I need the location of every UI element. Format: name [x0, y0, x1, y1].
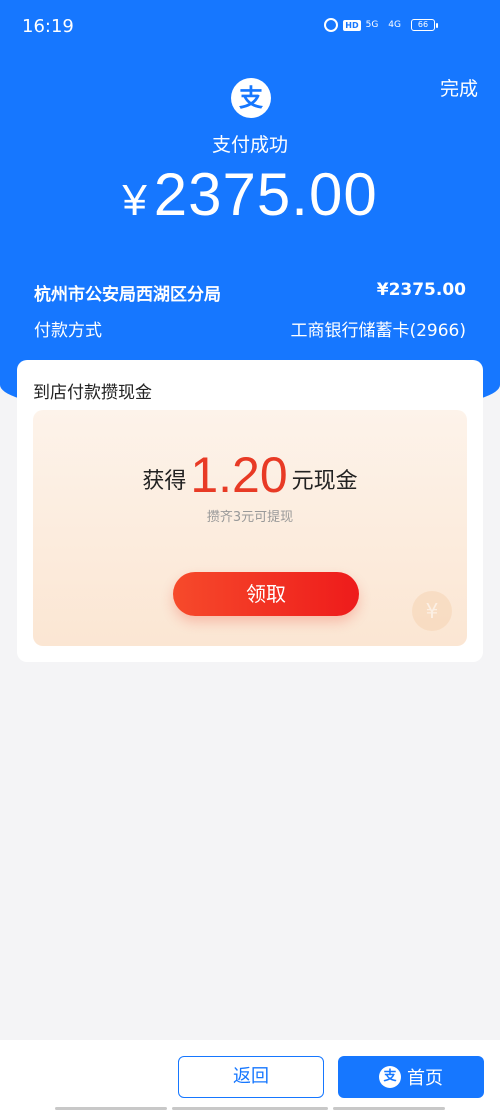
reward-prefix: 获得	[142, 469, 187, 494]
back-button[interactable]: 返回	[178, 1056, 324, 1098]
hd-icon: HD	[343, 19, 361, 31]
payment-method-value: 工商银行储蓄卡(2966)	[290, 321, 466, 341]
alipay-small-icon: 支	[379, 1066, 401, 1088]
reward-suffix: 元现金	[291, 469, 358, 494]
done-button[interactable]: 完成	[440, 74, 478, 101]
network-4g-label: 4G	[388, 20, 401, 30]
status-bar: 16:19 HD 5G 4G 66	[0, 0, 500, 56]
payment-method-row: 付款方式 工商银行储蓄卡(2966)	[34, 316, 466, 341]
home-button[interactable]: 支 首页	[338, 1056, 484, 1098]
payment-header: 16:19 HD 5G 4G 66 完成 支 支付成功 ¥2375.00 杭州市…	[0, 0, 500, 420]
cashback-card-title: 到店付款攒现金	[33, 383, 152, 403]
network-5g-label: 5G	[365, 20, 379, 30]
claim-button[interactable]: 领取	[173, 572, 359, 616]
currency-symbol: ¥	[122, 176, 148, 225]
merchant-row: 杭州市公安局西湖区分局 ¥2375.00	[34, 280, 466, 305]
payment-amount: ¥2375.00	[0, 160, 500, 229]
coin-decoration-icon: ¥	[412, 591, 452, 631]
nav-indicator-center	[172, 1107, 328, 1110]
amount-value: 2375.00	[153, 161, 378, 228]
nav-indicator-left	[55, 1107, 167, 1110]
payment-method-label: 付款方式	[34, 321, 102, 341]
status-icons: HD 5G 4G 66	[324, 18, 438, 32]
payment-success-title: 支付成功	[211, 134, 288, 156]
alipay-logo-icon: 支	[231, 78, 271, 118]
withdraw-hint: 攒齐3元可提现	[206, 510, 294, 525]
cashback-card: 到店付款攒现金 获得1.20 元现金 攒齐3元可提现 领取 ¥	[17, 360, 483, 662]
battery-level: 66	[411, 19, 435, 31]
status-time: 16:19	[22, 16, 74, 37]
cashback-reward-text: 获得1.20 元现金	[33, 446, 467, 504]
svg-text:¥: ¥	[426, 599, 439, 623]
alarm-icon	[324, 18, 339, 32]
cashback-promo-panel: 获得1.20 元现金 攒齐3元可提现 领取 ¥	[33, 410, 467, 646]
battery-icon: 66	[411, 19, 438, 31]
nav-indicator-right	[333, 1107, 445, 1110]
merchant-name: 杭州市公安局西湖区分局	[34, 285, 221, 305]
merchant-amount: ¥2375.00	[376, 280, 466, 300]
bottom-action-bar: 返回 支 首页	[0, 1040, 500, 1115]
reward-amount: 1.20	[190, 447, 288, 503]
home-button-label: 首页	[407, 1068, 443, 1089]
